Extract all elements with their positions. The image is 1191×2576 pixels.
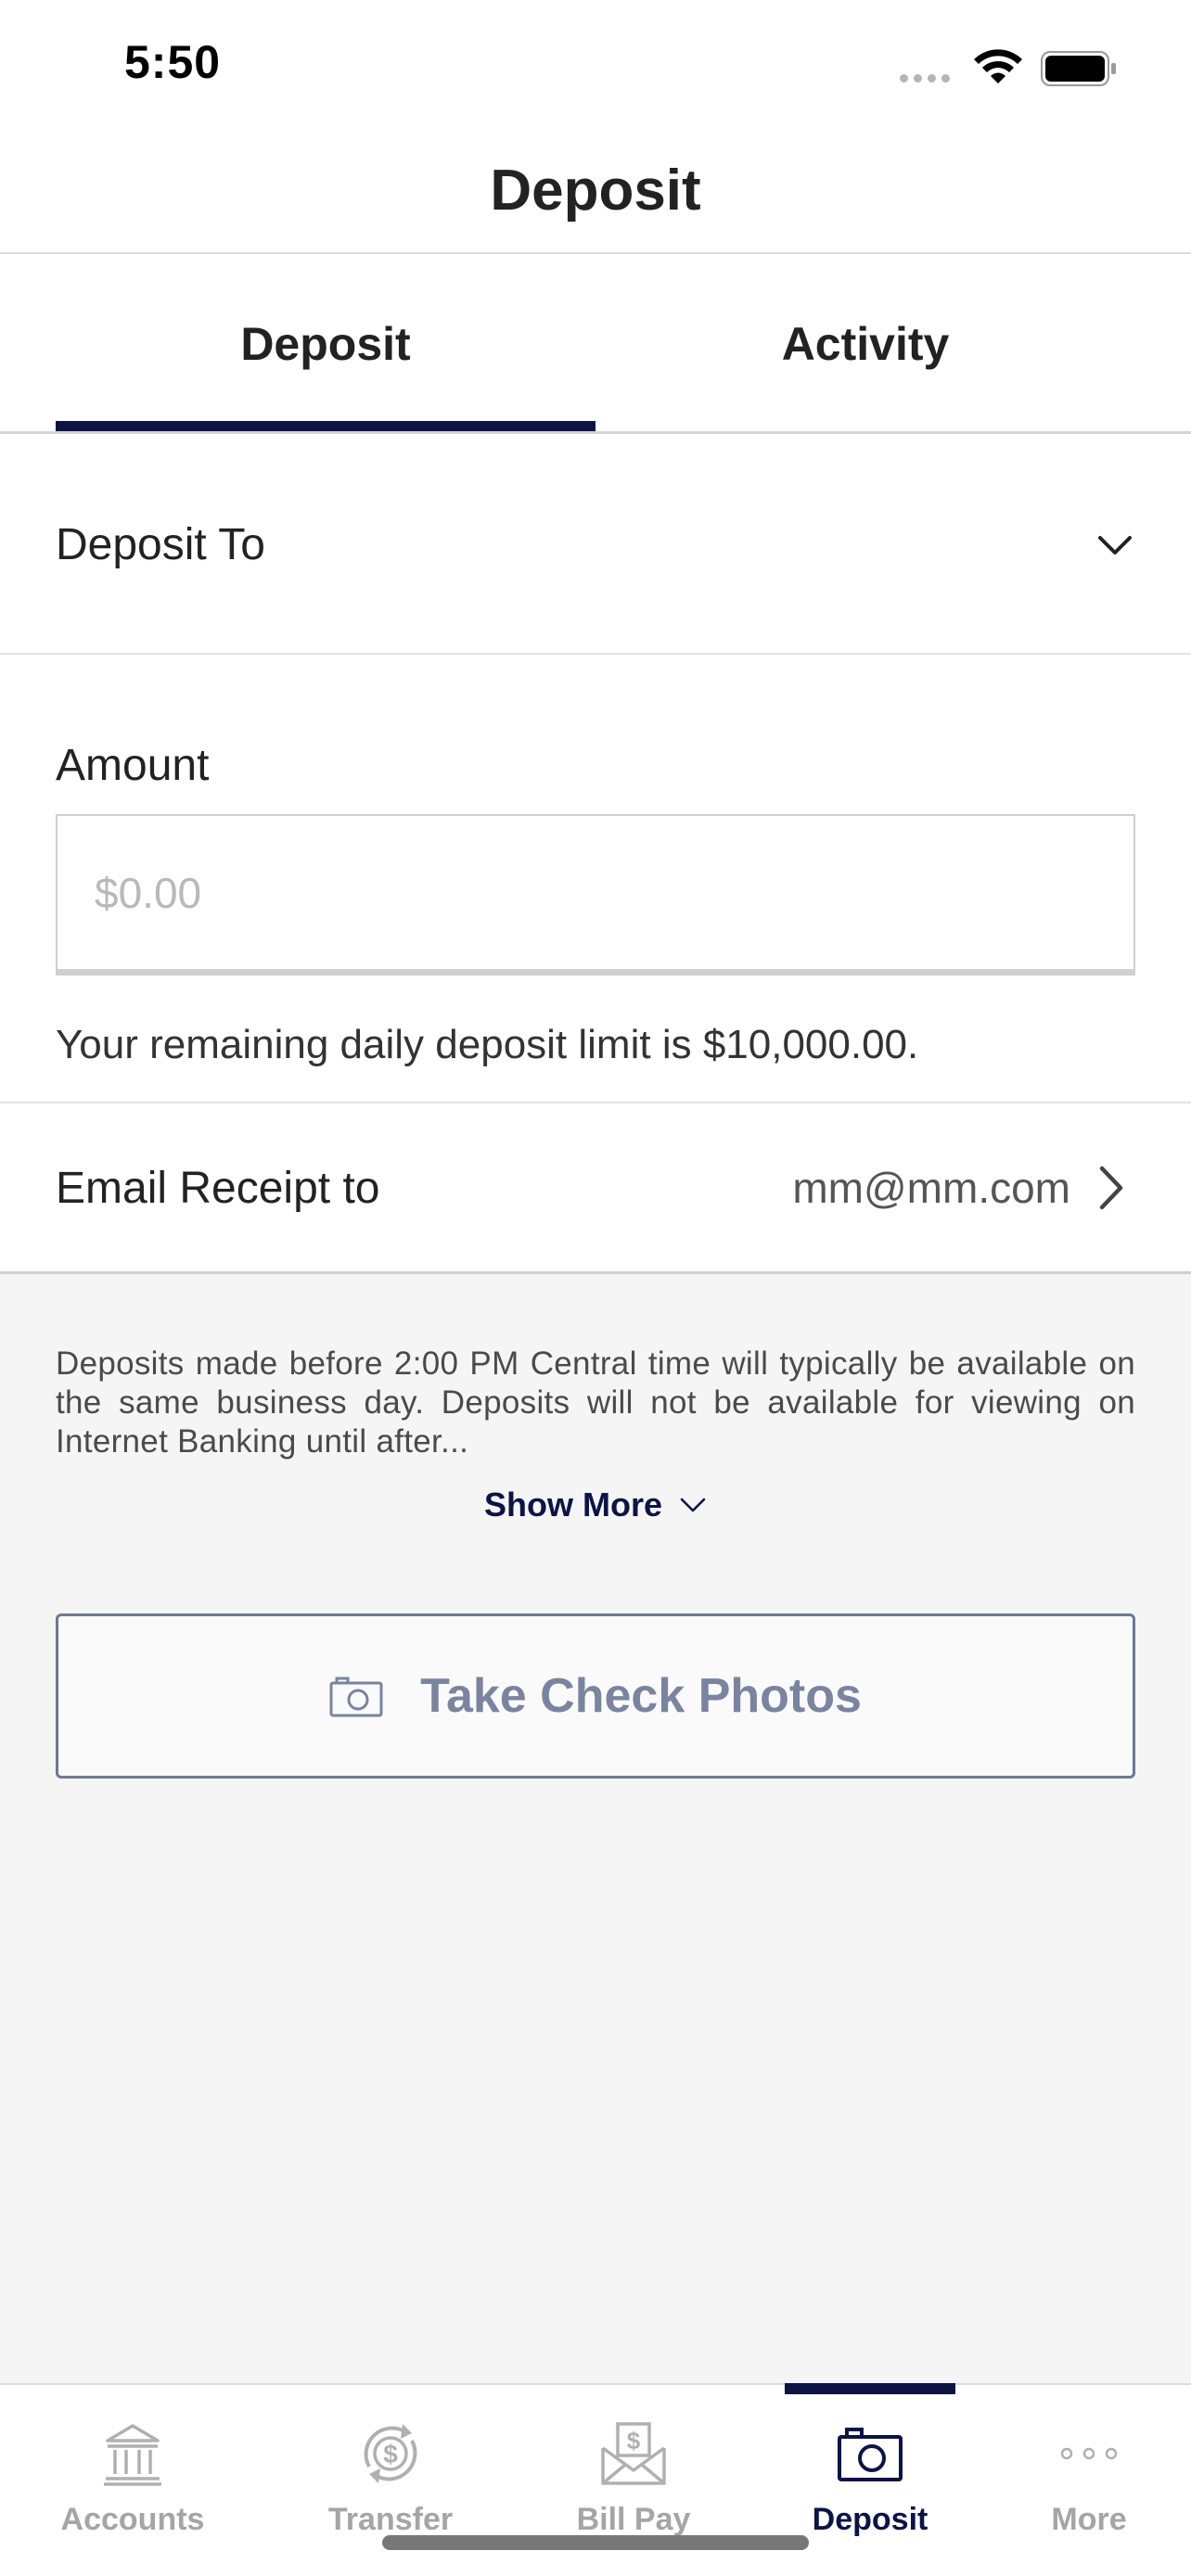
status-time: 5:50	[124, 36, 222, 88]
chevron-down-icon	[680, 1498, 706, 1512]
camera-icon	[329, 1677, 383, 1717]
amount-input[interactable]	[56, 814, 1135, 976]
transfer-dollar-icon: $	[364, 2424, 417, 2483]
nav-label-more: More	[1051, 2502, 1127, 2537]
amount-label: Amount	[56, 741, 210, 790]
deposit-limit-text: Your remaining daily deposit limit is $1…	[56, 1022, 919, 1067]
camera-icon	[838, 2428, 903, 2481]
svg-text:$: $	[383, 2440, 398, 2468]
deposit-disclaimer: Deposits made before 2:00 PM Central tim…	[56, 1345, 1135, 1460]
take-check-photos-label: Take Check Photos	[420, 1669, 862, 1723]
email-receipt-label: Email Receipt to	[56, 1164, 380, 1213]
cellular-signal-icon	[900, 74, 950, 83]
bill-envelope-icon: $	[601, 2422, 666, 2485]
active-tab-indicator	[56, 421, 596, 431]
nav-label-bill-pay: Bill Pay	[576, 2502, 691, 2537]
amount-section: Amount Your remaining daily deposit limi…	[0, 655, 1191, 1103]
chevron-right-icon	[1099, 1166, 1123, 1210]
email-receipt-value: mm@mm.com	[792, 1164, 1070, 1212]
bank-icon	[104, 2424, 161, 2486]
chevron-down-icon	[1098, 536, 1132, 555]
nav-item-accounts[interactable]: Accounts	[14, 2385, 251, 2576]
show-more-button[interactable]: Show More	[0, 1486, 1191, 1524]
svg-text:$: $	[627, 2427, 641, 2455]
tab-bar: Deposit Activity	[0, 254, 1191, 434]
nav-item-more[interactable]: More	[970, 2385, 1191, 2576]
deposit-to-selector[interactable]: Deposit To	[0, 434, 1191, 655]
battery-icon	[1041, 51, 1116, 86]
nav-label-accounts: Accounts	[60, 2502, 205, 2537]
tab-deposit[interactable]: Deposit	[56, 254, 596, 434]
home-indicator[interactable]	[382, 2535, 809, 2550]
email-receipt-row[interactable]: Email Receipt to mm@mm.com	[0, 1103, 1191, 1274]
deposit-to-label: Deposit To	[56, 520, 265, 569]
wifi-icon	[974, 49, 1022, 83]
more-dots-icon	[1060, 2447, 1118, 2460]
nav-label-transfer: Transfer	[327, 2502, 454, 2537]
show-more-label: Show More	[483, 1486, 662, 1524]
tab-activity[interactable]: Activity	[596, 254, 1135, 434]
take-check-photos-button[interactable]: Take Check Photos	[56, 1613, 1135, 1779]
nav-label-deposit: Deposit	[812, 2502, 928, 2537]
nav-active-indicator	[785, 2383, 955, 2394]
page-title: Deposit	[490, 159, 701, 223]
status-bar: 5:50	[0, 0, 1191, 130]
navigation-bar: Deposit	[0, 130, 1191, 254]
